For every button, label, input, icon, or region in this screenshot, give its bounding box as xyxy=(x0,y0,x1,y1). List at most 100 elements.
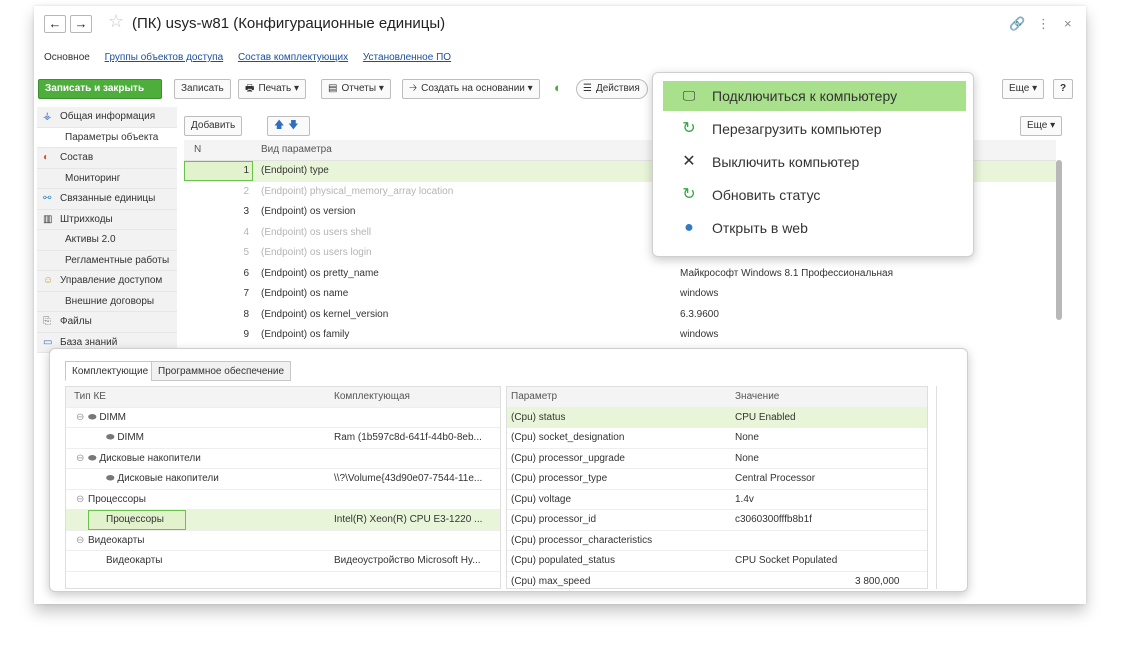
arrow-down-icon[interactable]: 🡇 xyxy=(288,120,302,131)
tree-row[interactable]: Видеокарты Видеоустройство Microsoft Hy.… xyxy=(66,551,500,572)
list-icon: ☰ xyxy=(583,83,592,94)
sidebar-item-label: Связанные единицы xyxy=(60,193,156,204)
sidebar-item-general[interactable]: ⚶ Общая информация xyxy=(37,107,177,128)
column-header-component[interactable]: Комплектующая xyxy=(334,391,410,402)
param-name: (Endpoint) os version xyxy=(261,206,356,217)
create-based-on-button[interactable]: 🡢 Создать на основании ▾ xyxy=(402,79,540,99)
menu-item-reboot[interactable]: ↻ Перезагрузить компьютер xyxy=(663,114,966,144)
param-name: (Cpu) socket_designation xyxy=(511,432,625,443)
column-header-param[interactable]: Параметр xyxy=(511,391,557,402)
tree-row[interactable]: ⊖ ⬬ DIMM xyxy=(66,408,500,428)
favorite-star-icon[interactable]: ☆ xyxy=(108,11,124,32)
menu-item-open-web[interactable]: ● Открыть в web xyxy=(663,213,966,243)
params-more-button[interactable]: Еще ▾ xyxy=(1020,116,1063,136)
sidebar-item-object-params[interactable]: Параметры объекта xyxy=(37,127,177,148)
collapse-icon[interactable]: ⊖ xyxy=(76,494,88,505)
tree-label: Дисковые накопители xyxy=(117,473,219,484)
arrow-up-icon[interactable]: 🡅 xyxy=(274,120,288,131)
menu-item-shutdown[interactable]: ✕ Выключить компьютер xyxy=(663,147,966,177)
table-row[interactable]: (Cpu) voltage 1.4v xyxy=(507,490,927,510)
sidebar-item-external-contracts[interactable]: Внешние договоры xyxy=(37,291,177,312)
more-button[interactable]: Еще ▾ xyxy=(1002,79,1045,99)
sidebar-item-barcodes[interactable]: ▥ Штрихкоды xyxy=(37,209,177,230)
table-row[interactable]: (Cpu) processor_type Central Processor xyxy=(507,469,927,490)
table-row[interactable]: 7 (Endpoint) os name windows xyxy=(184,284,1056,305)
composition-icon[interactable]: ◐ xyxy=(554,80,562,95)
table-row[interactable]: (Cpu) processor_id c3060300fffb8b1f xyxy=(507,510,927,531)
collapse-icon[interactable]: ⊖ xyxy=(76,412,88,423)
section-link-main[interactable]: Основное xyxy=(44,52,90,63)
forward-button[interactable]: → xyxy=(70,15,92,33)
sidebar-item-related-units[interactable]: ⚯ Связанные единицы xyxy=(37,189,177,210)
tree-row[interactable]: ⊖ Процессоры xyxy=(66,490,500,510)
tab-components[interactable]: Комплектующие xyxy=(65,361,156,381)
sidebar-item-assets[interactable]: Активы 2.0 xyxy=(37,230,177,251)
component-name: Ram (1b597c8d-641f-44b0-8eb... xyxy=(334,432,482,443)
sidebar-item-monitoring[interactable]: Мониторинг xyxy=(37,168,177,189)
table-row[interactable]: (Cpu) socket_designation None xyxy=(507,428,927,449)
table-row[interactable]: (Cpu) processor_upgrade None xyxy=(507,449,927,469)
table-row[interactable]: (Cpu) max_speed 3 800,000 xyxy=(507,572,927,589)
tree-row[interactable]: ⬬ DIMM Ram (1b597c8d-641f-44b0-8eb... xyxy=(66,428,500,449)
param-value: CPU Socket Populated xyxy=(735,555,838,566)
column-header-type[interactable]: Тип КЕ xyxy=(74,391,106,402)
section-link-installed-software[interactable]: Установленное ПО xyxy=(363,52,451,63)
section-link-access-groups[interactable]: Группы объектов доступа xyxy=(105,52,224,63)
param-name: (Cpu) voltage xyxy=(511,493,572,505)
actions-button[interactable]: ☰ Действия xyxy=(576,79,648,99)
table-row[interactable]: 8 (Endpoint) os kernel_version 6.3.9600 xyxy=(184,305,1056,326)
table-header: Параметр Значение xyxy=(507,387,927,408)
column-header-param[interactable]: Вид параметра xyxy=(261,144,332,155)
add-button[interactable]: Добавить xyxy=(184,116,243,136)
tree-label: Дисковые накопители xyxy=(99,452,201,464)
param-name: (Endpoint) os pretty_name xyxy=(261,267,379,279)
more-label: Еще xyxy=(1009,83,1030,94)
sidebar-item-access-control[interactable]: ☺ Управление доступом xyxy=(37,271,177,292)
sidebar-item-composition[interactable]: ◐ Состав xyxy=(37,148,177,169)
reports-button[interactable]: ▤ Отчеты ▾ xyxy=(321,79,391,99)
menu-item-refresh-status[interactable]: ↻ Обновить статус xyxy=(663,180,966,210)
column-header-value[interactable]: Значение xyxy=(735,391,779,402)
page-title: (ПК) usys-w81 (Конфигурационные единицы) xyxy=(132,15,446,32)
sidebar-item-files[interactable]: ⎘ Файлы xyxy=(37,312,177,333)
save-and-close-button[interactable]: Записать и закрыть xyxy=(38,79,162,99)
users-icon: ☺ xyxy=(43,275,54,286)
component-name: Видеоустройство Microsoft Hy... xyxy=(334,555,481,566)
chevron-down-icon: ▾ xyxy=(378,83,384,94)
collapse-icon[interactable]: ⊖ xyxy=(76,453,88,464)
panel-divider xyxy=(936,386,937,589)
save-button[interactable]: Записать xyxy=(174,79,231,99)
tree-icon: ⚶ xyxy=(43,111,52,122)
table-row[interactable]: (Cpu) processor_characteristics xyxy=(507,531,927,551)
close-icon[interactable]: × xyxy=(1064,16,1072,31)
print-button[interactable]: 🖶 Печать ▾ xyxy=(238,79,307,99)
param-name: (Endpoint) os name xyxy=(261,288,349,299)
component-name: Intel(R) Xeon(R) CPU E3-1220 ... xyxy=(334,514,483,525)
column-header-n[interactable]: N xyxy=(194,144,201,155)
chevron-down-icon: ▾ xyxy=(527,83,533,94)
sidebar-item-label: Мониторинг xyxy=(65,172,121,184)
table-row[interactable]: 6 (Endpoint) os pretty_name Майкрософт W… xyxy=(184,264,1056,285)
table-row[interactable]: (Cpu) status CPU Enabled xyxy=(507,407,927,428)
menu-item-label: Обновить статус xyxy=(712,187,821,203)
more-vert-icon[interactable]: ⋮ xyxy=(1037,16,1050,32)
help-button[interactable]: ? xyxy=(1053,79,1074,99)
collapse-icon[interactable]: ⊖ xyxy=(76,535,88,546)
tab-software[interactable]: Программное обеспечение xyxy=(151,361,292,381)
tree-row[interactable]: ⬬ Дисковые накопители \\?\Volume{43d90e0… xyxy=(66,469,500,490)
param-name: (Cpu) processor_characteristics xyxy=(511,534,653,546)
tree-row[interactable]: Процессоры Intel(R) Xeon(R) CPU E3-1220 … xyxy=(66,510,500,531)
section-link-components[interactable]: Состав комплектующих xyxy=(238,52,348,63)
scrollbar-thumb[interactable] xyxy=(1056,160,1062,320)
table-scrollbar[interactable] xyxy=(1056,148,1062,600)
menu-item-connect[interactable]: 🖵 Подключиться к компьютеру xyxy=(663,81,966,111)
back-button[interactable]: ← xyxy=(44,15,66,33)
globe-icon: ● xyxy=(684,219,694,236)
link-icon[interactable]: 🔗 xyxy=(1009,16,1025,32)
tree-row[interactable]: ⊖ ⬬ Дисковые накопители xyxy=(66,449,500,469)
tree-label: Процессоры xyxy=(106,514,164,525)
table-row[interactable]: 9 (Endpoint) os family windows xyxy=(184,325,1056,346)
table-row[interactable]: (Cpu) populated_status CPU Socket Popula… xyxy=(507,551,927,572)
tree-row[interactable]: ⊖ Видеокарты xyxy=(66,531,500,551)
sidebar-item-scheduled-works[interactable]: Регламентные работы xyxy=(37,250,177,271)
